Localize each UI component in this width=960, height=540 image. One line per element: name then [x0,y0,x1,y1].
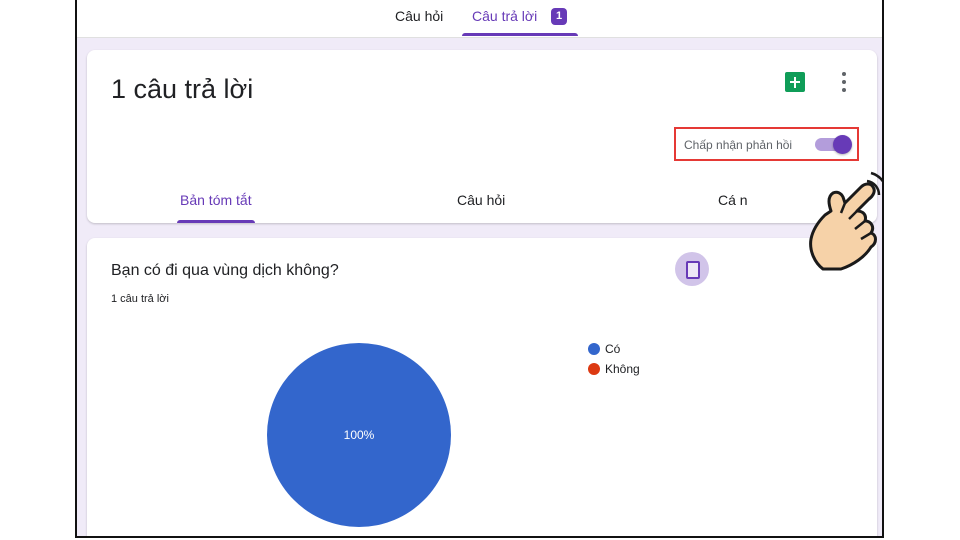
active-subtab-indicator [177,220,255,223]
toggle-thumb [833,135,852,154]
legend-label-0: Có [605,342,621,356]
legend-swatch-0 [588,343,600,355]
pie-chart: 100% Có Không [267,342,640,527]
tab-responses[interactable]: Câu trả lời [472,8,537,24]
responses-count-badge: 1 [551,8,567,25]
pie-slice-label: 100% [344,428,375,442]
tab-summary[interactable]: Bản tóm tắt [180,192,252,208]
accepting-responses-toggle[interactable] [815,135,855,154]
tab-questions[interactable]: Câu hỏi [395,8,443,24]
responses-header-card: 1 câu trả lời Chấp nhận phản hồi Bản tóm… [87,50,877,223]
accepting-responses-label: Chấp nhận phản hồi [684,138,793,152]
question-summary-card: Bạn có đi qua vùng dịch không? 1 câu trả… [87,238,877,536]
top-tab-bar: Câu hỏi Câu trả lời 1 [77,0,882,38]
legend-label-1: Không [605,362,640,376]
hand-pointer-icon [809,171,882,271]
more-vert-icon[interactable] [839,72,849,92]
sheets-icon[interactable] [785,72,805,92]
tab-individual[interactable]: Cá nhân [718,192,748,208]
tab-question[interactable]: Câu hỏi [457,192,505,208]
forms-window: Câu hỏi Câu trả lời 1 1 câu trả lời Chấp… [75,0,884,538]
active-tab-indicator [462,33,578,36]
accepting-responses-control: Chấp nhận phản hồi [674,127,859,161]
responses-count-title: 1 câu trả lời [111,74,254,104]
legend-swatch-1 [588,363,600,375]
